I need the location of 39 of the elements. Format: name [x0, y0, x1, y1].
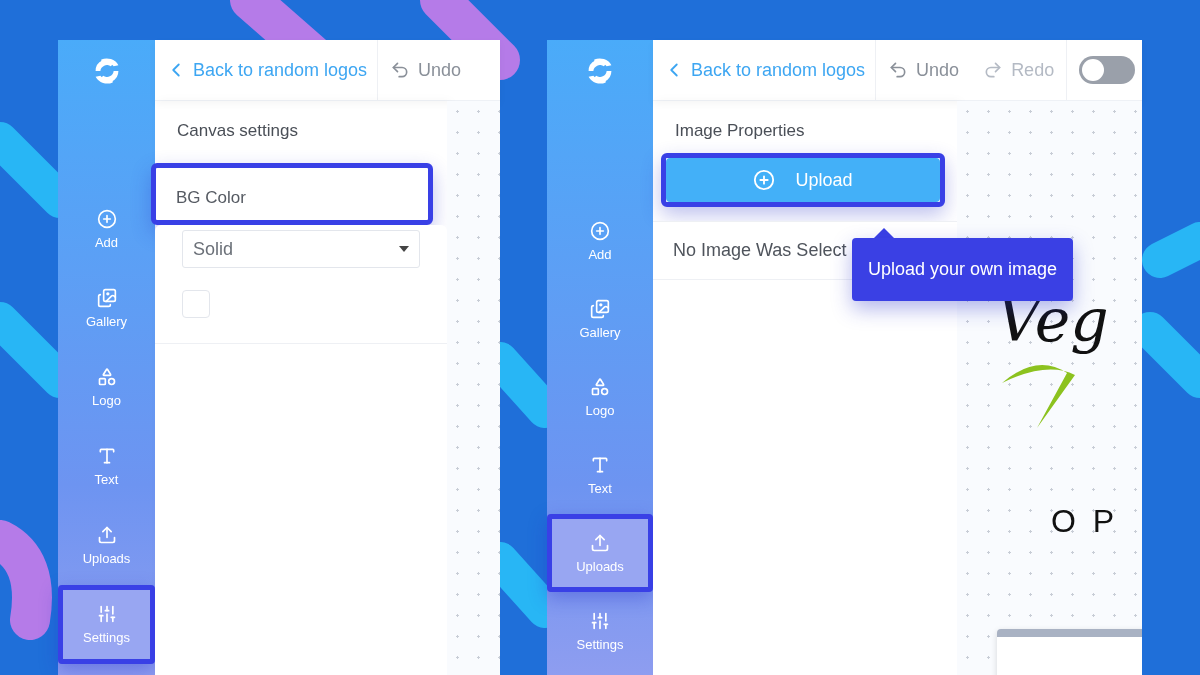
- tooltip: Upload your own image: [852, 238, 1074, 301]
- color-swatch[interactable]: [182, 290, 210, 318]
- uploads-icon: [590, 532, 610, 553]
- sidebar-item[interactable]: Settings: [58, 585, 155, 664]
- back-link[interactable]: Back to random logos: [155, 40, 379, 100]
- add-icon: [96, 209, 117, 229]
- gallery-icon: [96, 288, 117, 308]
- tooltip-arrow: [874, 228, 894, 238]
- sidebar-item[interactable]: Text: [58, 427, 155, 506]
- sidebar-item[interactable]: Logo: [547, 358, 653, 436]
- caret-icon: [399, 246, 409, 252]
- sidebar-item[interactable]: Add: [547, 202, 653, 280]
- redo-arrow-icon: [983, 60, 1004, 80]
- plus-icon: [753, 169, 776, 191]
- undo-button[interactable]: Undo: [378, 40, 474, 100]
- uploads-icon: [96, 525, 117, 545]
- undo-button[interactable]: Undo: [876, 40, 972, 100]
- sidebar-item[interactable]: Logo: [58, 348, 155, 427]
- toggle-switch[interactable]: [1079, 56, 1136, 84]
- logo-icon: [96, 367, 117, 387]
- select-field[interactable]: Solid: [182, 230, 420, 268]
- add-icon: [590, 220, 610, 241]
- settings-icon: [96, 604, 117, 624]
- sidebar-item[interactable]: Add: [58, 190, 155, 269]
- logo-caps-text: O P: [1051, 503, 1115, 540]
- gallery-icon: [590, 298, 610, 319]
- back-link[interactable]: Back to random logos: [653, 40, 877, 100]
- sidebar-item[interactable]: Text: [547, 436, 653, 514]
- sidebar-item[interactable]: Uploads: [58, 506, 155, 585]
- settings-icon: [590, 610, 610, 631]
- panel-title: Image Properties: [674, 120, 806, 142]
- panel-title: Canvas settings: [176, 120, 299, 142]
- field-label: BG Color: [175, 187, 247, 209]
- sidebar-item[interactable]: Gallery: [58, 269, 155, 348]
- logo-icon: [590, 376, 610, 397]
- sidebar-item[interactable]: Settings: [547, 592, 653, 670]
- sidebar-item[interactable]: Gallery: [547, 280, 653, 358]
- sidebar-item[interactable]: Uploads: [547, 514, 653, 592]
- upload-button[interactable]: Upload: [666, 158, 940, 202]
